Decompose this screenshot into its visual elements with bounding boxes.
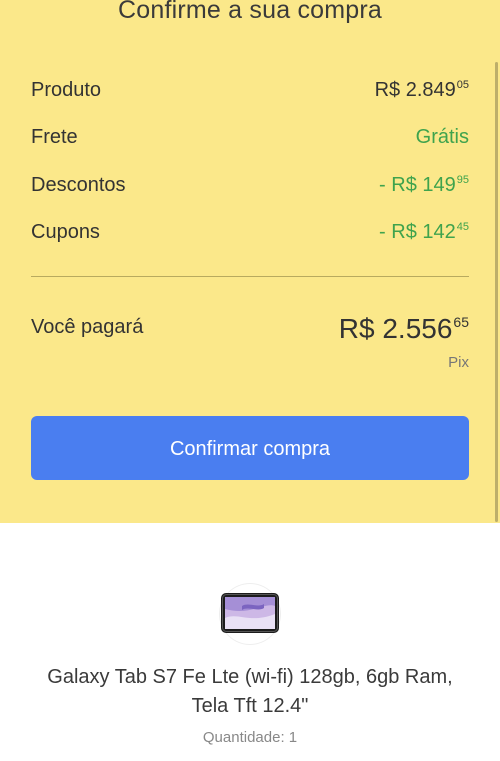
price-cents: 95 — [456, 174, 469, 186]
product-thumbnail[interactable] — [220, 584, 280, 644]
price-cents: 05 — [456, 79, 469, 91]
summary-row-descontos: Descontos - R$ 14995 — [31, 174, 469, 204]
row-label: Frete — [31, 126, 78, 148]
total-main: R$ 2.556 — [338, 313, 453, 344]
total-cents: 65 — [453, 314, 469, 330]
confirm-purchase-button[interactable]: Confirmar compra — [31, 416, 469, 480]
row-label: Descontos — [31, 174, 126, 196]
summary-row-cupons: Cupons - R$ 14245 — [31, 221, 469, 251]
product-name: Galaxy Tab S7 Fe Lte (wi-fi) 128gb, 6gb … — [0, 663, 500, 721]
row-value: Grátis — [416, 126, 469, 149]
product-name-line-1: Galaxy Tab S7 Fe Lte (wi-fi) 128gb, 6gb … — [47, 666, 453, 688]
divider — [31, 276, 469, 277]
price-main: R$ 2.849 — [374, 79, 456, 101]
price-cents: 45 — [456, 221, 469, 233]
total-label: Você pagará — [31, 316, 144, 338]
price-main: Grátis — [415, 126, 469, 148]
row-value: R$ 2.84905 — [375, 79, 469, 102]
row-label: Cupons — [31, 221, 100, 243]
product-quantity: Quantidade: 1 — [202, 729, 298, 746]
price-main: - R$ 142 — [379, 221, 456, 243]
product-name-line-2: Tela Tft 12.4" — [191, 695, 309, 717]
scrollbar-thumb[interactable] — [495, 62, 498, 522]
row-label: Produto — [31, 79, 102, 101]
payment-method: Pix — [448, 354, 469, 371]
price-main: - R$ 149 — [379, 174, 456, 196]
summary-row-produto: Produto R$ 2.84905 — [31, 79, 469, 109]
row-value: - R$ 14995 — [379, 174, 469, 197]
tablet-icon — [221, 593, 279, 633]
page-title: Confirme a sua compra — [117, 0, 383, 24]
row-value: - R$ 14245 — [379, 221, 469, 244]
total-value: R$ 2.55665 — [339, 313, 469, 345]
purchase-summary-panel: Confirme a sua compra Produto R$ 2.84905… — [0, 0, 500, 523]
summary-row-frete: Frete Grátis — [31, 126, 469, 156]
